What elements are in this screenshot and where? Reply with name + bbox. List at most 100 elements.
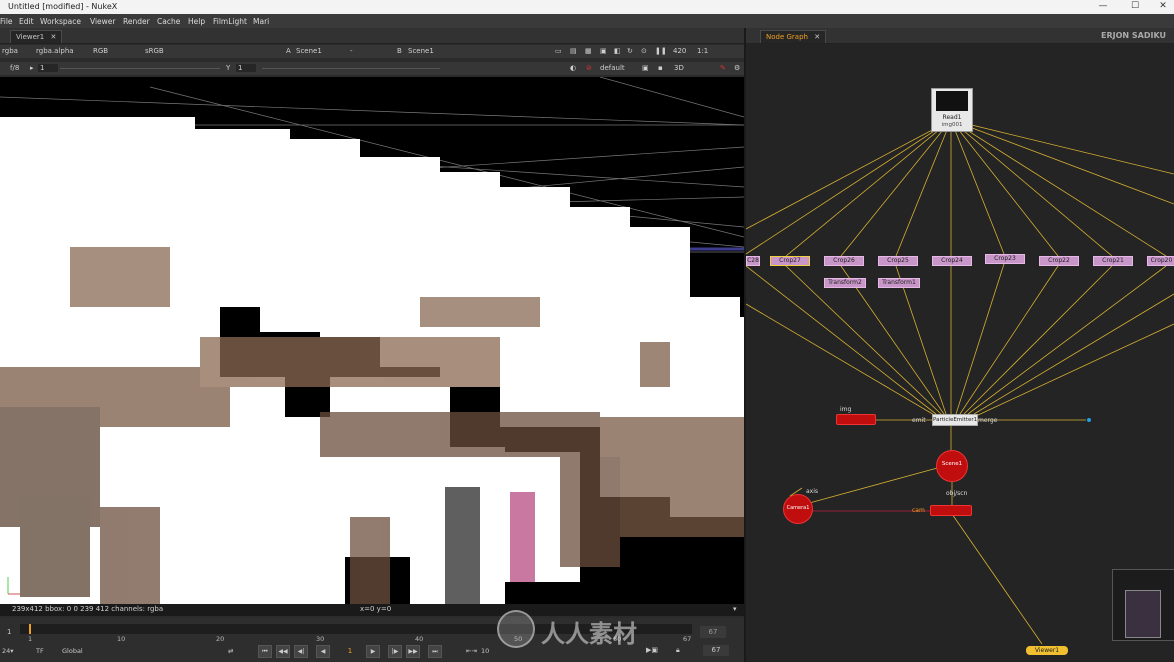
wipe-select[interactable]: - xyxy=(350,47,353,55)
channels-select[interactable]: rgba xyxy=(2,47,18,55)
gain-arrow-icon[interactable]: ▸ xyxy=(30,64,34,72)
gamma-slider[interactable] xyxy=(262,68,440,69)
tick-label: 40 xyxy=(415,635,424,643)
fps-icon[interactable]: 24▾ xyxy=(2,647,14,655)
menu-render[interactable]: Render xyxy=(123,17,150,26)
viewer-node[interactable]: Viewer1 xyxy=(1026,646,1068,655)
timeline-scope-select[interactable]: Global xyxy=(62,647,83,655)
menu-help[interactable]: Help xyxy=(188,17,205,26)
next-keyframe-button[interactable]: ▶▶ xyxy=(406,645,420,658)
crop-node[interactable]: Crop20 xyxy=(1147,256,1174,266)
close-button[interactable]: ✕ xyxy=(1148,0,1174,14)
settings-icon[interactable]: ⚙ xyxy=(734,64,740,72)
scene-node[interactable]: Scene1 xyxy=(936,450,968,482)
menu-viewer[interactable]: Viewer xyxy=(90,17,116,26)
grid-icon[interactable]: ▦ xyxy=(585,47,592,55)
input-b-select[interactable]: Scene1 xyxy=(408,47,434,55)
crop-node[interactable]: Crop24 xyxy=(932,256,972,266)
window-titlebar: Untitled [modified] - NukeX — ☐ ✕ xyxy=(0,0,1174,14)
stop-icon[interactable]: ⊘ xyxy=(586,64,592,72)
cursor-coords: x=0 y=0 xyxy=(360,605,392,613)
minimize-button[interactable]: — xyxy=(1088,0,1118,14)
node-graph-canvas[interactable]: Read1 img001 C28 Crop27 Crop26 Crop25 Cr… xyxy=(746,44,1174,662)
sphere-icon[interactable]: ◐ xyxy=(570,64,576,72)
scanline-render-node[interactable] xyxy=(930,505,972,516)
transform-node[interactable]: Transform2 xyxy=(824,278,866,288)
current-frame-field[interactable]: 1 xyxy=(340,647,360,655)
mask-icon[interactable]: ▣ xyxy=(600,47,607,55)
zoom-select[interactable]: 420 xyxy=(673,47,686,55)
first-frame-button[interactable]: ⏮ xyxy=(258,645,272,658)
colorspace-select[interactable]: RGB xyxy=(93,47,108,55)
lock-icon[interactable]: ▣ xyxy=(642,64,649,72)
crop-node[interactable]: Crop22 xyxy=(1039,256,1079,266)
refresh-icon[interactable]: ↻ xyxy=(627,47,633,55)
transform-node[interactable]: Transform1 xyxy=(878,278,920,288)
read-node-label: Read1 xyxy=(942,114,962,121)
crop-node[interactable]: Crop26 xyxy=(824,256,864,266)
minimap-viewport[interactable] xyxy=(1125,590,1161,638)
input-a-select[interactable]: Scene1 xyxy=(296,47,322,55)
clip-icon[interactable]: ◧ xyxy=(614,47,621,55)
alpha-select[interactable]: rgba.alpha xyxy=(36,47,74,55)
status-expand-icon[interactable]: ▾ xyxy=(733,605,737,613)
camera-node-label: Camera1 xyxy=(786,505,810,511)
brush-icon[interactable]: ✎ xyxy=(720,64,726,72)
ratio-select[interactable]: 1:1 xyxy=(697,47,708,55)
pause-icon[interactable]: ❚❚ xyxy=(655,47,667,55)
crop-node[interactable]: Crop23 xyxy=(985,254,1025,264)
author-watermark: ERJON SADIKU xyxy=(1100,31,1166,40)
menu-filmlight[interactable]: FilmLight xyxy=(213,17,247,26)
close-icon[interactable]: ✕ xyxy=(50,33,56,41)
prev-keyframe-button[interactable]: ◀◀ xyxy=(276,645,290,658)
menu-mari[interactable]: Mari xyxy=(253,17,269,26)
play-backward-button[interactable]: ◀ xyxy=(316,645,330,658)
menu-file[interactable]: File xyxy=(0,17,13,26)
crop-node[interactable]: Crop25 xyxy=(878,256,918,266)
close-icon[interactable]: ✕ xyxy=(814,33,820,41)
overlay-icon[interactable]: ▤ xyxy=(570,47,577,55)
image-info: 239x412 bbox: 0 0 239 412 channels: rgba xyxy=(12,605,164,613)
nodegraph-panel-header: Node Graph ✕ ERJON SADIKU xyxy=(746,28,1174,44)
crop-node[interactable]: Crop27 xyxy=(770,256,810,266)
gain-field[interactable]: 1 xyxy=(38,64,59,72)
menu-cache[interactable]: Cache xyxy=(157,17,180,26)
tab-viewer1[interactable]: Viewer1 ✕ xyxy=(10,30,63,43)
menu-workspace[interactable]: Workspace xyxy=(40,17,81,26)
gain-slider[interactable] xyxy=(60,68,220,69)
read-thumbnail xyxy=(936,91,968,111)
increment-icon[interactable]: ⇤⇥ xyxy=(466,647,477,655)
next-frame-button[interactable]: |▶ xyxy=(388,645,402,658)
particle-source-node[interactable] xyxy=(836,414,876,425)
menu-edit[interactable]: Edit xyxy=(19,17,34,26)
play-forward-button[interactable]: ▶ xyxy=(366,645,380,658)
loop-icon[interactable]: ⇄ xyxy=(228,647,233,655)
roi-icon[interactable]: ▭ xyxy=(555,47,562,55)
crop-node[interactable]: Crop21 xyxy=(1093,256,1133,266)
increment-field[interactable]: 10 xyxy=(481,647,489,655)
prev-frame-button[interactable]: ◀| xyxy=(294,645,308,658)
proxy-icon[interactable]: ⊙ xyxy=(641,47,647,55)
end-frame-field[interactable]: 67 xyxy=(703,645,729,656)
node-graph-minimap[interactable] xyxy=(1112,569,1174,641)
crop-node[interactable]: C28 xyxy=(746,256,760,266)
camera-icon[interactable]: ▪ xyxy=(658,64,663,72)
camera-node[interactable]: Camera1 xyxy=(783,494,813,524)
timeline-end-field[interactable]: 67 xyxy=(700,626,726,638)
emit-port-label: emit xyxy=(912,417,926,424)
tab-node-graph[interactable]: Node Graph ✕ xyxy=(760,30,827,43)
viewer-canvas[interactable] xyxy=(0,77,744,604)
maximize-button[interactable]: ☐ xyxy=(1120,0,1150,14)
view-mode-select[interactable]: 3D xyxy=(674,64,684,72)
fstop-select[interactable]: f/8 xyxy=(10,64,19,72)
gamma-field[interactable]: 1 xyxy=(236,64,257,72)
particle-emitter-node[interactable]: ParticleEmitter1 xyxy=(932,414,978,426)
tick-label: 10 xyxy=(117,635,126,643)
timeline-start: 1 xyxy=(7,628,12,636)
playhead[interactable] xyxy=(29,624,31,634)
lut-select[interactable]: sRGB xyxy=(145,47,164,55)
read-node[interactable]: Read1 img001 xyxy=(931,88,973,132)
timeline-lut-select[interactable]: TF xyxy=(36,647,44,655)
camera-select[interactable]: default xyxy=(600,64,625,72)
last-frame-button[interactable]: ⏭ xyxy=(428,645,442,658)
